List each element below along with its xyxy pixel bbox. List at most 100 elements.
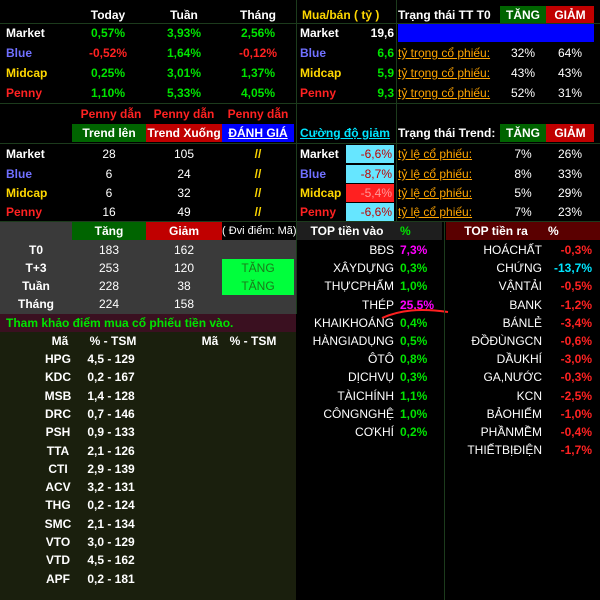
reference-col-ma: Mã [51, 334, 69, 348]
topout-sector-label: KCN [516, 388, 542, 403]
tg-tang-value: 253 [98, 261, 120, 275]
topin-sector-value: 0,3% [400, 261, 428, 276]
trend-status-giam-value: 29% [557, 186, 583, 200]
reference-tsm-value: 4,5 - 162 [87, 553, 135, 568]
reference-tsm-value: 0,7 - 146 [87, 406, 135, 421]
annotation-stroke [381, 309, 449, 319]
tg-giam-value: 38 [177, 279, 191, 293]
topin-sector-value: 0,3% [400, 370, 428, 385]
grid-line [0, 23, 600, 24]
topin-pct-header: % [400, 224, 411, 238]
grid-line [0, 103, 600, 104]
muaban-value: 6,6 [377, 46, 394, 60]
topout-sector-value: -3,4% [560, 315, 592, 330]
reference-ticker: HPG [44, 352, 71, 366]
reference-ticker: SMC [44, 516, 72, 531]
trend-up-value: 6 [105, 186, 113, 200]
topout-sector-value: -1,7% [560, 443, 592, 458]
reference-tsm-value: 1,4 - 128 [87, 388, 135, 403]
reference-title: Tham khảo điểm mua cổ phiếu tiền vào. [6, 316, 234, 330]
topin-sector-label: ÔTÔ [368, 352, 394, 367]
reference-tsm-value: 2,1 - 126 [87, 443, 135, 458]
cuongdo-value: -6,6% [346, 145, 394, 163]
trend-down-value: 105 [173, 147, 195, 161]
reference-tsm-value: 4,5 - 129 [87, 352, 135, 366]
t0-row-label: tỷ trọng cổ phiếu: [398, 86, 491, 100]
topout-sector-value: -2,5% [560, 388, 592, 403]
t0-tang-value: 43% [510, 66, 536, 80]
trend-status-header: Trạng thái Trend: [398, 126, 496, 140]
reference-ticker: MSB [44, 388, 72, 403]
t0-header: Trạng thái TT T0 [398, 8, 491, 22]
reference-tsm-value: 3,2 - 131 [87, 480, 135, 495]
t0-row-label: tỷ trọng cổ phiếu: [398, 66, 491, 80]
muaban-value: 9,3 [377, 86, 394, 100]
reference-ticker: KDC [45, 370, 71, 385]
tg-giam-header: Giảm [146, 222, 222, 240]
trend-status-giam: GIẢM [546, 124, 594, 142]
trend-status-tang: TĂNG [500, 124, 546, 142]
topin-sector-value: 0,2% [400, 425, 428, 439]
tg-row-label: T0 [28, 243, 43, 257]
perf-value: 0,25% [90, 66, 126, 80]
trend-status-tang-value: 8% [514, 167, 532, 181]
topin-sector-value: 7,3% [400, 243, 428, 257]
perf-value: 4,05% [240, 86, 276, 100]
reference-ticker: PSH [45, 425, 71, 440]
tg-eval-badge: TĂNG [222, 259, 294, 277]
trend-down-value: 49 [177, 205, 191, 219]
trend-status-label: tỷ lệ cổ phiếu: [398, 147, 473, 161]
trend-status-tang-value: 5% [514, 186, 532, 200]
t0-tang-value: 52% [510, 86, 536, 100]
trend-status-giam-value: 23% [557, 205, 583, 219]
reference-tsm-value: 0,2 - 167 [87, 370, 135, 385]
perf-header-week: Tuần [170, 8, 198, 22]
trend-down-value: 32 [177, 186, 191, 200]
tg-giam-value: 162 [173, 243, 195, 257]
muaban-header: Mua/bán ( tỷ ) [302, 8, 380, 22]
trend-eval-value: // [254, 186, 262, 200]
topout-sector-value: -0,4% [560, 425, 592, 439]
trend-up-value: 28 [102, 147, 116, 161]
cuongdo-label: Penny [300, 205, 337, 219]
cuongdo-label: Midcap [300, 186, 342, 200]
topout-sector-label: PHẦNMỀM [480, 425, 542, 439]
grid-line [296, 0, 297, 314]
reference-col-tsm: % - TSM [89, 334, 137, 348]
perf-value: 3,93% [166, 26, 202, 40]
tg-tang-value: 183 [98, 243, 120, 257]
topin-sector-label: CƠKHÍ [355, 425, 394, 439]
trend-status-tang-value: 7% [514, 147, 532, 161]
topout-sector-label: VẬNTẢI [498, 279, 542, 294]
perf-value: 2,56% [240, 26, 276, 40]
trend-label: Blue [6, 167, 33, 181]
trend-status-label: tỷ lệ cổ phiếu: [398, 186, 473, 200]
cuongdo-value: -8,7% [346, 165, 394, 183]
topout-sector-label: BẢOHIỂM [486, 406, 542, 421]
trend-up-value: 6 [105, 167, 113, 181]
reference-tsm-value: 2,1 - 134 [87, 516, 135, 531]
t0-giam-value: 31% [557, 86, 583, 100]
tg-unit-label: ( Đvi điểm: Mã) [222, 222, 296, 240]
trend-up-header: Trend lên [72, 124, 146, 142]
t0-giam-value: 64% [557, 46, 583, 60]
topin-header: TOP tiền vào [310, 224, 384, 238]
topin-sector-label: THỰCPHẨM [324, 279, 394, 294]
trend-eval-value: // [254, 147, 262, 161]
perf-value: -0,52% [88, 46, 128, 60]
tg-tang-header: Tăng [72, 222, 146, 240]
topout-sector-value: -1,2% [560, 297, 592, 312]
cuongdo-label: Market [300, 147, 339, 161]
topout-sector-label: HOÁCHẤT [483, 243, 542, 257]
reference-tsm-value: 2,9 - 139 [87, 461, 135, 476]
trend-status-tang-value: 7% [514, 205, 532, 219]
perf-row-market-label: Market [6, 26, 45, 40]
t0-giam-value: 43% [557, 66, 583, 80]
tg-giam-value: 120 [173, 261, 195, 275]
trend-up-value: 16 [102, 205, 116, 219]
trend-status-label: tỷ lệ cổ phiếu: [398, 167, 473, 181]
trend-status-giam-value: 33% [557, 167, 583, 181]
topout-sector-value: -0,3% [560, 243, 592, 257]
topout-pct-header: % [548, 224, 559, 238]
trend-down-value: 24 [177, 167, 191, 181]
